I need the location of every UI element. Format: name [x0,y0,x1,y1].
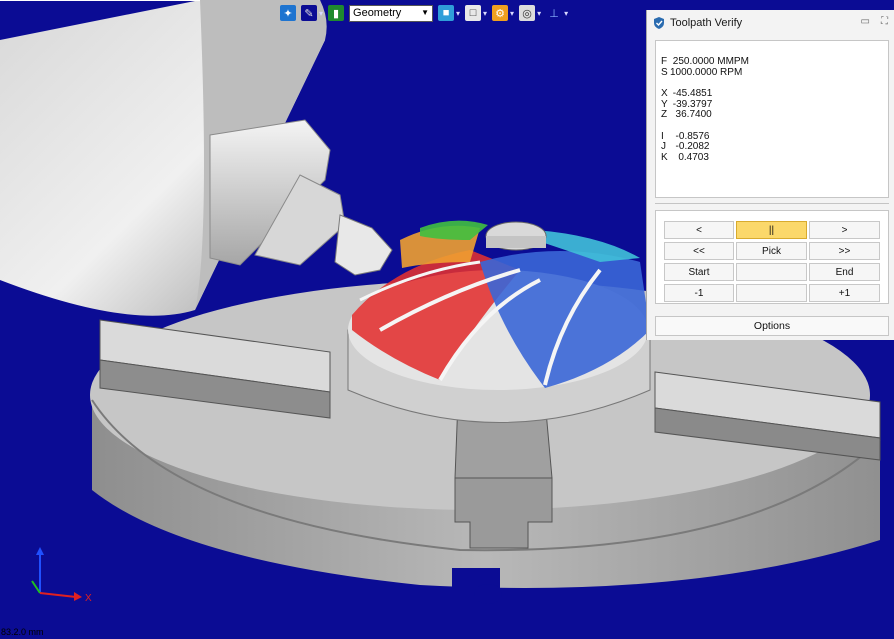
k-value: 0.4703 [670,151,709,163]
chevron-down-icon[interactable]: ▾ [456,9,460,18]
chevron-down-icon[interactable]: ▾ [510,9,514,18]
y-axis-line [31,580,41,594]
feed-value: 250.0000 MMPM [670,56,749,67]
spindle-value: 1000.0000 RPM [670,66,743,78]
k-key: K [661,151,668,163]
chevron-down-icon[interactable]: ▾ [537,9,541,18]
view-mode-label: Geometry [353,6,402,19]
k-readout: K 0.4703 [661,151,888,164]
spindle-key: S [661,66,668,78]
spindle-readout: S 1000.0000 RPM [661,66,888,79]
x-value: -45.4851 [670,88,713,99]
start-button[interactable]: Start [664,263,734,281]
view-mode-select[interactable]: Geometry ▼ [349,4,434,22]
playback-controls: < || > << Pick >> Start End -1 +1 [655,210,889,304]
feed-readout: F 250.0000 MMPM [661,56,888,68]
z-key: Z [661,109,668,120]
x-readout: X -45.4851 [661,88,888,100]
wireframe-view-icon[interactable]: □ [465,5,482,21]
axis-view-icon[interactable]: ⊥ [546,5,562,21]
axis-triad: X [31,547,92,604]
pick-button[interactable]: Pick [736,242,807,260]
z-axis-arrow [36,547,44,555]
z-value: 36.7400 [670,109,712,120]
x-axis-label: X [85,593,92,604]
close-icon[interactable]: ⛶ [881,16,888,27]
verify-readout: F 250.0000 MMPM S 1000.0000 RPM X -45.485… [655,40,889,198]
x-axis-arrow [74,592,82,601]
panel-title: Toolpath Verify [670,17,743,29]
step-back-button[interactable]: < [664,221,734,239]
end-button[interactable]: End [809,263,880,281]
minus-one-button[interactable]: -1 [664,284,734,302]
pause-button[interactable]: || [736,221,807,239]
z-readout: Z 36.7400 [661,109,888,121]
step-forward-button[interactable]: > [809,221,880,239]
chuck-notch [474,584,502,604]
dropdown-arrow-icon: ▼ [421,7,430,17]
j-value: -0.2082 [670,141,710,152]
j-key: J [661,141,666,152]
blank-button[interactable] [736,284,807,302]
panel-divider [655,203,889,204]
j-readout: J -0.2082 [661,141,888,153]
x-key: X [661,88,668,99]
x-axis-line [39,592,77,598]
blank-button[interactable] [736,263,807,281]
verify-shield-icon [654,17,664,29]
feed-key: F [661,56,668,67]
toolpath-green-region [420,220,488,240]
plus-one-button[interactable]: +1 [809,284,880,302]
options-button[interactable]: Options [655,316,889,336]
impeller-nose-side [486,236,546,248]
viewport-toolbar: ✦ ✎ ▾ ▮ Geometry ▼ ■ ▾ □ ▾ ⚙ ▾ ◎ ▾ ⊥ ▾ [280,2,568,24]
paint-icon[interactable]: ✎ [301,5,317,21]
fast-forward-button[interactable]: >> [809,242,880,260]
solid-view-icon[interactable]: ■ [438,5,455,21]
status-text: 83.2.0 mm [1,627,44,637]
machine-icon[interactable]: ✦ [280,5,296,21]
chevron-down-icon[interactable]: ▾ [319,9,323,18]
layers-icon[interactable]: ▮ [328,5,345,21]
toolpath-verify-panel: Toolpath Verify ▭ ⛶ F 250.0000 MMPM S 100… [646,10,894,340]
cutting-tool [334,214,393,276]
panel-titlebar[interactable]: Toolpath Verify ▭ ⛶ [647,10,894,36]
pin-icon[interactable]: ▭ [861,16,870,27]
fast-back-button[interactable]: << [664,242,734,260]
chevron-down-icon[interactable]: ▾ [483,9,487,18]
chevron-down-icon[interactable]: ▾ [564,9,568,18]
settings-icon[interactable]: ⚙ [492,5,509,21]
zoom-view-icon[interactable]: ◎ [519,5,536,21]
top-strip [0,0,200,1]
